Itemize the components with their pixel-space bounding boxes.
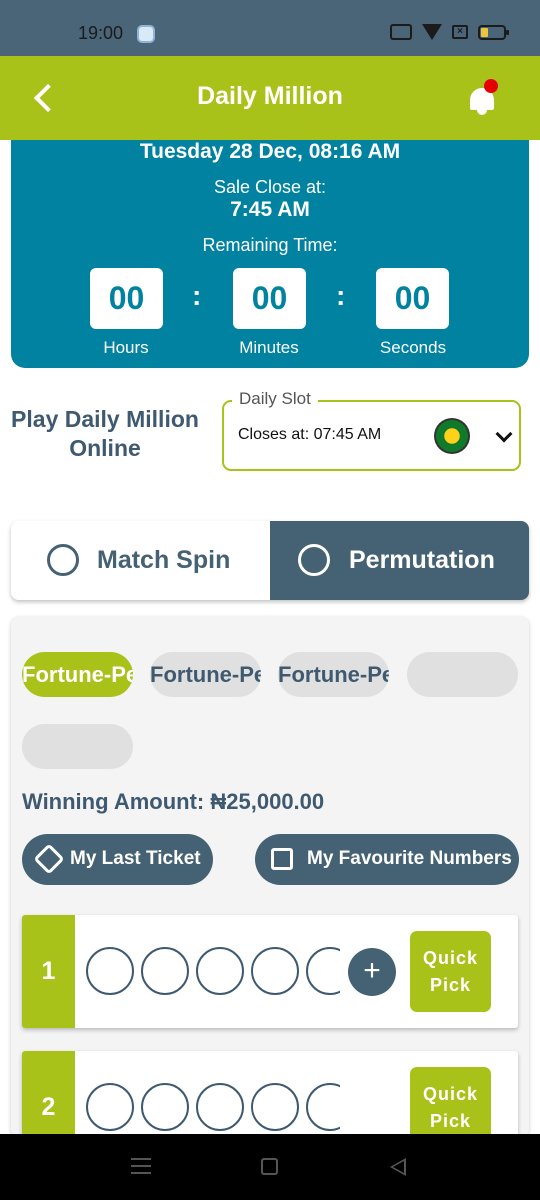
notification-bell-icon[interactable] xyxy=(466,79,498,116)
number-ball[interactable] xyxy=(141,1083,189,1131)
minutes-box: 00 xyxy=(233,268,306,329)
number-ball[interactable] xyxy=(306,1083,340,1131)
seconds-box: 00 xyxy=(376,268,449,329)
wheel-icon xyxy=(298,544,330,576)
number-ball[interactable] xyxy=(196,1083,244,1131)
daily-slot-select[interactable]: Daily Slot Closes at: 07:45 AM xyxy=(222,389,521,471)
status-time: 19:00 xyxy=(78,23,124,43)
hours-label: Hours xyxy=(103,338,149,357)
number-balls xyxy=(86,947,340,997)
system-nav-bar xyxy=(0,1134,540,1200)
hours-box: 00 xyxy=(90,268,163,329)
bell-clapper xyxy=(477,110,487,115)
play-online-title: Play Daily Million Online xyxy=(11,406,199,461)
ticket-icon xyxy=(33,843,65,875)
app-notification-icon xyxy=(137,25,155,43)
my-last-ticket-button[interactable]: My Last Ticket xyxy=(22,834,213,885)
tab-label: Match Spin xyxy=(97,546,231,574)
no-sim-icon: × xyxy=(452,25,468,39)
remaining-time-label: Remaining Time: xyxy=(202,235,338,255)
dice-icon xyxy=(271,848,293,870)
status-bar: 19:00 × xyxy=(0,0,540,56)
number-ball[interactable] xyxy=(86,1083,134,1131)
my-favourite-numbers-button[interactable]: My Favourite Numbers xyxy=(255,834,519,885)
game-mode-tabs: Match Spin Permutation xyxy=(11,521,529,600)
quick-pick-button[interactable]: Quick Pick xyxy=(410,1067,491,1137)
quick-pick-button[interactable]: Quick Pick xyxy=(410,931,491,1012)
number-ball[interactable] xyxy=(141,947,189,995)
bet-type-chip[interactable] xyxy=(22,724,133,769)
notification-badge xyxy=(484,79,498,93)
number-ball[interactable] xyxy=(196,947,244,995)
chevron-down-icon[interactable] xyxy=(495,425,513,443)
tab-label: Permutation xyxy=(349,546,495,574)
back-icon[interactable] xyxy=(390,1158,406,1176)
number-ball[interactable] xyxy=(86,947,134,995)
button-label: My Favourite Numbers xyxy=(307,848,512,869)
daily-slot-value: Closes at: 07:45 AM xyxy=(238,426,382,443)
time-separator: : xyxy=(336,280,346,311)
lottery-machine-icon xyxy=(47,544,79,576)
button-label: My Last Ticket xyxy=(70,848,201,869)
draw-date: Tuesday 28 Dec, 08:16 AM xyxy=(139,140,401,163)
ticket-row: 1 + Quick Pick xyxy=(22,915,518,1028)
status-icons: × xyxy=(390,24,509,40)
game-logo-icon xyxy=(434,418,470,454)
ticket-row: 2 Quick Pick xyxy=(22,1051,518,1137)
seconds-label: Seconds xyxy=(379,338,447,357)
ticket-card: Fortune-Per Fortune-Per Fortune-Per Winn… xyxy=(11,617,529,1137)
number-ball[interactable] xyxy=(251,1083,299,1131)
bet-type-chip[interactable] xyxy=(407,652,518,697)
bet-type-chip[interactable]: Fortune-Per xyxy=(150,652,261,697)
row-number: 1 xyxy=(22,915,75,1028)
battery-icon xyxy=(478,24,509,40)
tab-permutation[interactable]: Permutation xyxy=(270,521,529,600)
recent-apps-icon[interactable] xyxy=(131,1158,151,1174)
bet-type-chip[interactable]: Fortune-Per xyxy=(22,652,133,697)
time-separator: : xyxy=(192,280,202,311)
sale-close-time: 7:45 AM xyxy=(230,198,310,221)
app-header: Daily Million xyxy=(0,56,540,140)
daily-slot-label: Daily Slot xyxy=(232,389,318,409)
row-number: 2 xyxy=(22,1051,75,1137)
number-ball[interactable] xyxy=(251,947,299,995)
vibrate-icon xyxy=(390,24,412,40)
add-icon[interactable]: + xyxy=(348,948,396,996)
wifi-icon xyxy=(422,24,442,40)
home-icon[interactable] xyxy=(261,1158,278,1175)
page-title: Daily Million xyxy=(197,82,343,110)
winning-amount: Winning Amount: ₦25,000.00 xyxy=(22,789,325,814)
number-ball[interactable] xyxy=(306,947,340,995)
tab-match-spin[interactable]: Match Spin xyxy=(11,521,270,600)
bet-type-chip[interactable]: Fortune-Per xyxy=(278,652,389,697)
number-balls xyxy=(86,1083,340,1133)
minutes-label: Minutes xyxy=(239,338,299,357)
sale-close-label: Sale Close at: xyxy=(213,177,327,197)
draw-timer-card: Tuesday 28 Dec, 08:16 AM Sale Close at: … xyxy=(11,140,529,368)
